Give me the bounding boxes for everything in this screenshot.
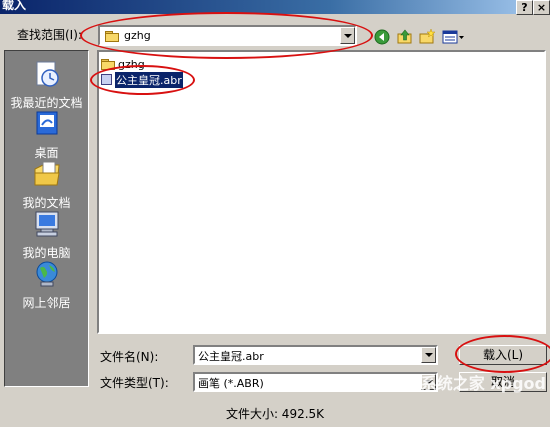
filename-label: 文件名(N): — [100, 350, 159, 364]
help-button[interactable]: ? — [516, 0, 533, 15]
place-my-documents[interactable]: 我的文档 — [5, 159, 88, 211]
title-bar: 载入 ? × — [0, 0, 550, 15]
place-label: 网上邻居 — [22, 296, 71, 310]
annotation-oval — [455, 335, 550, 373]
back-icon[interactable] — [373, 28, 391, 46]
my-computer-icon — [35, 211, 58, 237]
filetype-label: 文件类型(T): — [100, 376, 169, 390]
my-documents-icon — [34, 161, 60, 186]
window-title: 载入 — [2, 0, 27, 12]
annotation-oval — [90, 65, 195, 95]
place-my-computer[interactable]: 我的电脑 — [5, 209, 88, 261]
place-recent-documents[interactable]: 我最近的文档 — [5, 59, 88, 111]
close-button[interactable]: × — [533, 0, 550, 15]
new-folder-icon[interactable] — [418, 28, 436, 46]
recent-documents-icon — [36, 61, 59, 87]
filetype-value: 画笔 (*.ABR) — [198, 377, 264, 390]
place-network-places[interactable]: 网上邻居 — [5, 259, 88, 311]
filetype-select[interactable]: 画笔 (*.ABR) — [193, 372, 438, 392]
look-in-label: 查找范围(I): — [17, 28, 82, 42]
view-menu-icon[interactable] — [442, 28, 466, 46]
network-places-icon — [36, 261, 57, 287]
filename-value: 公主皇冠.abr — [198, 350, 264, 363]
filename-input[interactable]: 公主皇冠.abr — [193, 345, 438, 365]
chevron-down-icon[interactable] — [421, 347, 436, 363]
place-desktop[interactable]: 桌面 — [5, 109, 88, 161]
watermark: 系统之家 xpgod — [420, 374, 546, 393]
desktop-icon — [36, 111, 57, 135]
up-folder-icon[interactable] — [396, 28, 414, 46]
annotation-oval — [80, 12, 373, 59]
places-bar: 我最近的文档 桌面 我的文档 我的电脑 网上邻居 — [4, 50, 89, 387]
